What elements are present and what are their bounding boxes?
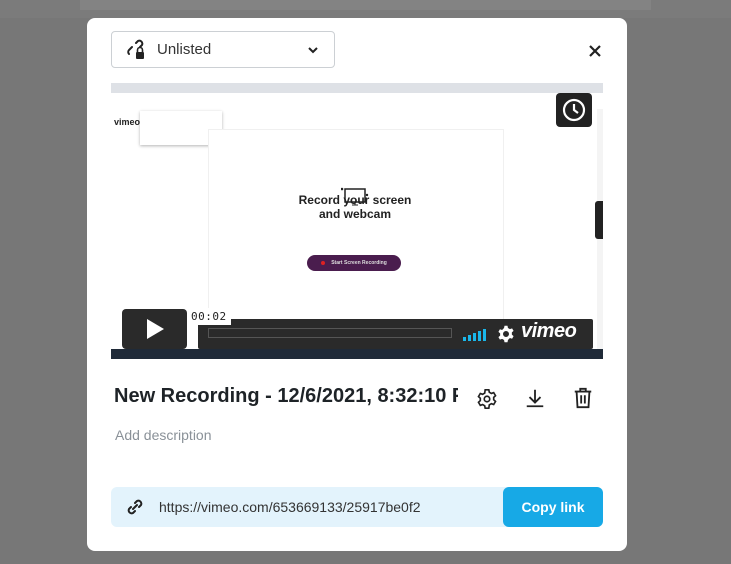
play-button[interactable] <box>122 309 187 349</box>
share-link-bar: https://vimeo.com/653669133/25917be0f2 C… <box>111 487 603 527</box>
clock-icon <box>562 98 586 122</box>
video-player[interactable]: vimeo Record your screen and webcam Star… <box>111 83 603 359</box>
recording-modal: Unlisted vimeo Record your screen and we… <box>87 18 627 551</box>
copy-link-button[interactable]: Copy link <box>503 487 603 527</box>
close-icon[interactable] <box>586 42 604 60</box>
share-url[interactable]: https://vimeo.com/653669133/25917be0f2 <box>159 499 421 515</box>
privacy-label: Unlisted <box>157 41 212 58</box>
watch-later-button[interactable] <box>556 93 592 127</box>
trash-icon[interactable] <box>572 387 594 409</box>
thumbnail-taskbar <box>111 349 603 359</box>
link-lock-icon <box>127 39 144 59</box>
player-settings-icon[interactable] <box>497 325 515 343</box>
vimeo-logo[interactable]: vimeo <box>521 320 577 343</box>
thumbnail-vimeo-logo: vimeo <box>114 117 141 127</box>
backdrop <box>0 0 731 18</box>
privacy-dropdown[interactable]: Unlisted <box>111 31 335 68</box>
link-icon <box>127 499 143 515</box>
play-icon <box>146 319 164 339</box>
thumbnail-heading: Record your screen and webcam <box>298 193 412 221</box>
thumbnail-browser-tabs <box>111 83 603 93</box>
current-time: 00:02 <box>187 308 231 325</box>
thumbnail-record-button: Start Screen Recording <box>307 255 401 271</box>
description-input[interactable]: Add description <box>115 427 212 443</box>
progress-bar[interactable] <box>208 328 452 338</box>
gear-icon[interactable] <box>476 388 498 410</box>
recording-title[interactable]: New Recording - 12/6/2021, 8:32:10 PM <box>114 385 458 408</box>
volume-control[interactable] <box>463 329 486 341</box>
chevron-down-icon <box>308 46 318 53</box>
download-icon[interactable] <box>524 387 546 409</box>
